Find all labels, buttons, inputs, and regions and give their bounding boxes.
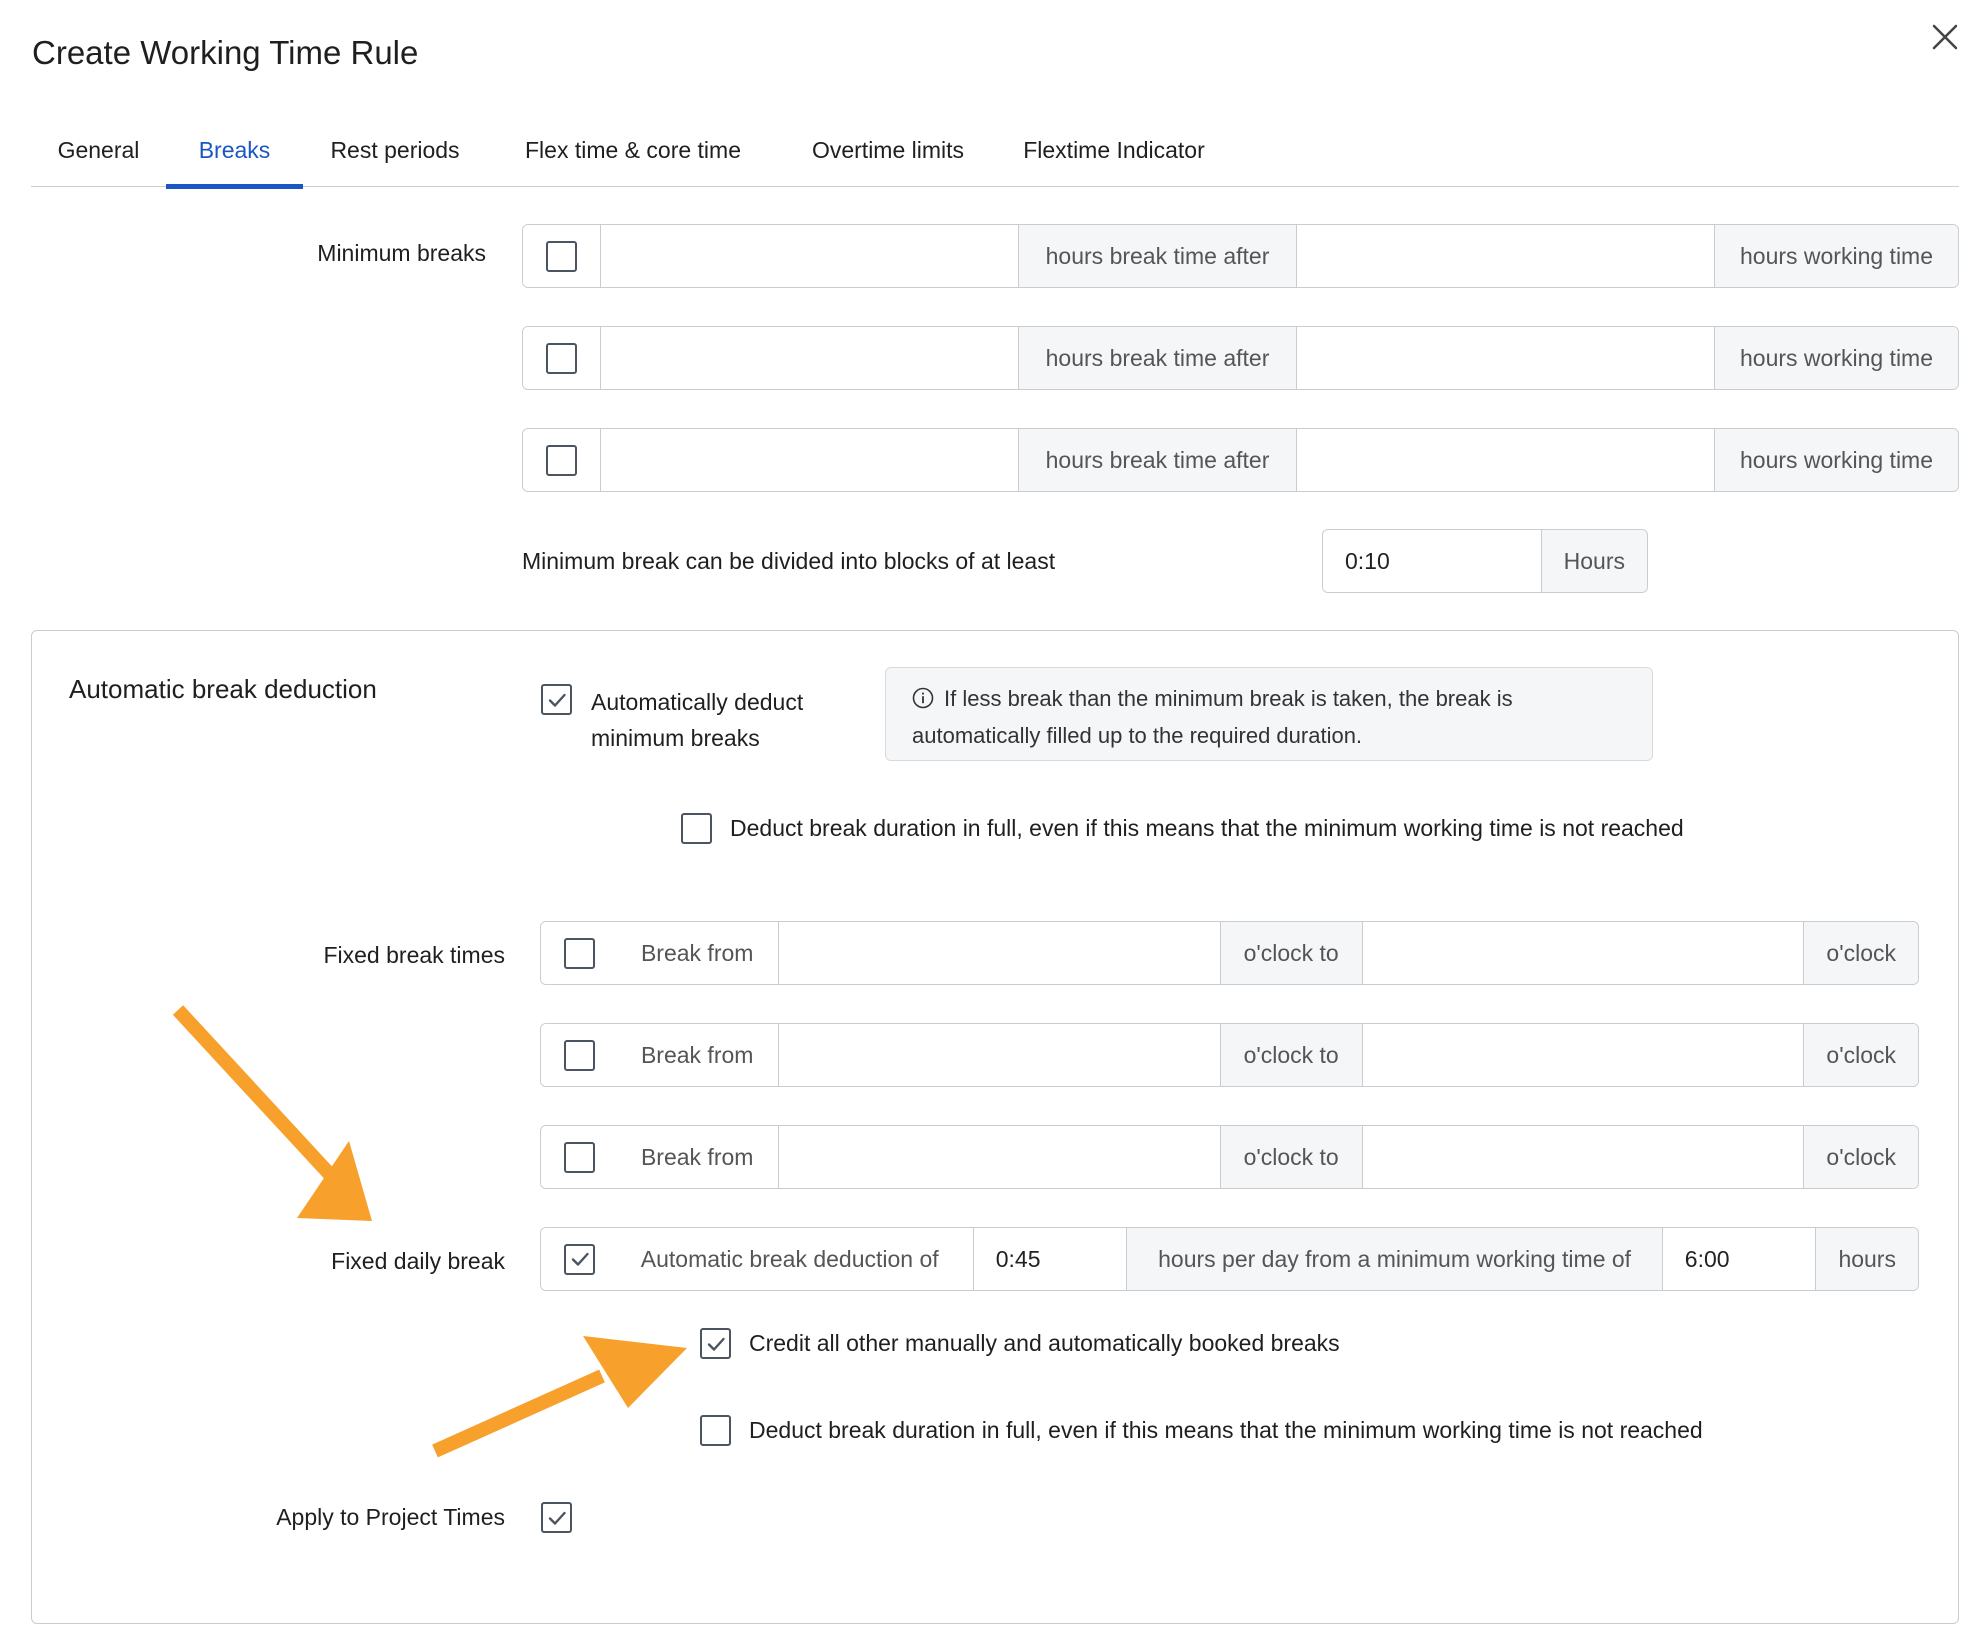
divide-blocks-label: Minimum break can be divided into blocks… <box>522 548 1056 574</box>
tab-flex-time[interactable]: Flex time & core time <box>487 125 779 187</box>
apply-project-times-label: Apply to Project Times <box>276 1504 505 1530</box>
daily-deduct-full-label: Deduct break duration in full, even if t… <box>749 1417 1703 1443</box>
break-to-input[interactable] <box>1362 1024 1805 1086</box>
break-hours-input[interactable] <box>601 225 1019 287</box>
minimum-break-row: hours break time after hours working tim… <box>522 428 1959 492</box>
fixed-break-checkbox[interactable] <box>564 937 596 969</box>
tab-rest-periods[interactable]: Rest periods <box>303 125 487 187</box>
daily-deduct-full-checkbox[interactable] <box>700 1415 731 1446</box>
minimum-break-row: hours break time after hours working tim… <box>522 326 1959 390</box>
working-hours-input[interactable] <box>1297 225 1715 287</box>
tab-bar: General Breaks Rest periods Flex time & … <box>31 125 1959 189</box>
credit-breaks-checkbox[interactable] <box>700 1328 731 1359</box>
auto-deduction-of-text: Automatic break deduction of <box>618 1228 974 1290</box>
check-icon <box>548 1511 566 1525</box>
check-icon <box>571 1252 589 1266</box>
oclock-to-text: o'clock to <box>1220 922 1363 984</box>
hours-unit-text: hours <box>1816 1228 1918 1290</box>
fixed-break-checkbox[interactable] <box>564 1141 596 1173</box>
dialog-title: Create Working Time Rule <box>32 34 419 71</box>
break-hours-input[interactable] <box>601 327 1019 389</box>
working-hours-input[interactable] <box>1297 327 1715 389</box>
auto-deduct-label: Automatically deduct minimum breaks <box>591 689 804 751</box>
auto-deduction-heading: Automatic break deduction <box>69 674 377 704</box>
tab-breaks[interactable]: Breaks <box>166 125 303 189</box>
break-to-input[interactable] <box>1362 922 1805 984</box>
minimum-break-checkbox[interactable] <box>546 240 577 272</box>
working-time-text: hours working time <box>1715 225 1958 287</box>
oclock-to-text: o'clock to <box>1220 1126 1363 1188</box>
tab-overtime-limits[interactable]: Overtime limits <box>779 125 997 187</box>
hours-per-day-text: hours per day from a minimum working tim… <box>1127 1228 1663 1290</box>
tab-flextime-indicator[interactable]: Flextime Indicator <box>997 125 1231 187</box>
minimum-breaks-label: Minimum breaks <box>317 240 486 266</box>
fixed-daily-break-checkbox[interactable] <box>564 1243 596 1275</box>
fixed-break-times-label: Fixed break times <box>323 942 505 968</box>
info-icon <box>912 683 934 709</box>
break-from-text: Break from <box>618 1126 779 1188</box>
divide-blocks-group: 0:10 Hours <box>1322 529 1648 593</box>
fixed-break-row: Break from o'clock to o'clock <box>540 1125 1919 1189</box>
apply-project-times-checkbox[interactable] <box>541 1502 572 1533</box>
break-from-text: Break from <box>618 1024 779 1086</box>
fixed-break-row: Break from o'clock to o'clock <box>540 921 1919 985</box>
divide-blocks-input[interactable]: 0:10 <box>1323 530 1542 592</box>
fixed-daily-break-label: Fixed daily break <box>331 1248 505 1274</box>
info-box: If less break than the minimum break is … <box>885 667 1653 761</box>
daily-break-duration-input[interactable]: 0:45 <box>973 1228 1128 1290</box>
oclock-text: o'clock <box>1804 922 1918 984</box>
break-time-after-text: hours break time after <box>1019 225 1297 287</box>
auto-deduct-checkbox[interactable] <box>541 684 572 715</box>
break-hours-input[interactable] <box>601 429 1019 491</box>
oclock-to-text: o'clock to <box>1220 1024 1363 1086</box>
min-working-time-input[interactable]: 6:00 <box>1662 1228 1817 1290</box>
minimum-break-checkbox[interactable] <box>546 444 577 476</box>
deduct-full-checkbox[interactable] <box>681 813 712 844</box>
oclock-text: o'clock <box>1804 1126 1918 1188</box>
credit-breaks-label: Credit all other manually and automatica… <box>749 1330 1340 1356</box>
break-time-after-text: hours break time after <box>1019 429 1297 491</box>
divide-blocks-unit: Hours <box>1541 530 1647 592</box>
fixed-break-row: Break from o'clock to o'clock <box>540 1023 1919 1087</box>
working-time-text: hours working time <box>1715 429 1958 491</box>
break-time-after-text: hours break time after <box>1019 327 1297 389</box>
check-icon <box>707 1337 725 1351</box>
check-icon <box>548 693 566 707</box>
oclock-text: o'clock <box>1804 1024 1918 1086</box>
fixed-break-checkbox[interactable] <box>564 1039 596 1071</box>
working-hours-input[interactable] <box>1297 429 1715 491</box>
break-from-input[interactable] <box>778 1126 1221 1188</box>
break-from-text: Break from <box>618 922 779 984</box>
working-time-text: hours working time <box>1715 327 1958 389</box>
close-icon[interactable] <box>1926 18 1964 56</box>
break-from-input[interactable] <box>778 922 1221 984</box>
break-to-input[interactable] <box>1362 1126 1805 1188</box>
minimum-break-row: hours break time after hours working tim… <box>522 224 1959 288</box>
break-from-input[interactable] <box>778 1024 1221 1086</box>
deduct-full-label: Deduct break duration in full, even if t… <box>730 815 1684 841</box>
fixed-daily-break-row: Automatic break deduction of 0:45 hours … <box>540 1227 1919 1291</box>
tab-general[interactable]: General <box>31 125 166 187</box>
minimum-break-checkbox[interactable] <box>546 342 577 374</box>
